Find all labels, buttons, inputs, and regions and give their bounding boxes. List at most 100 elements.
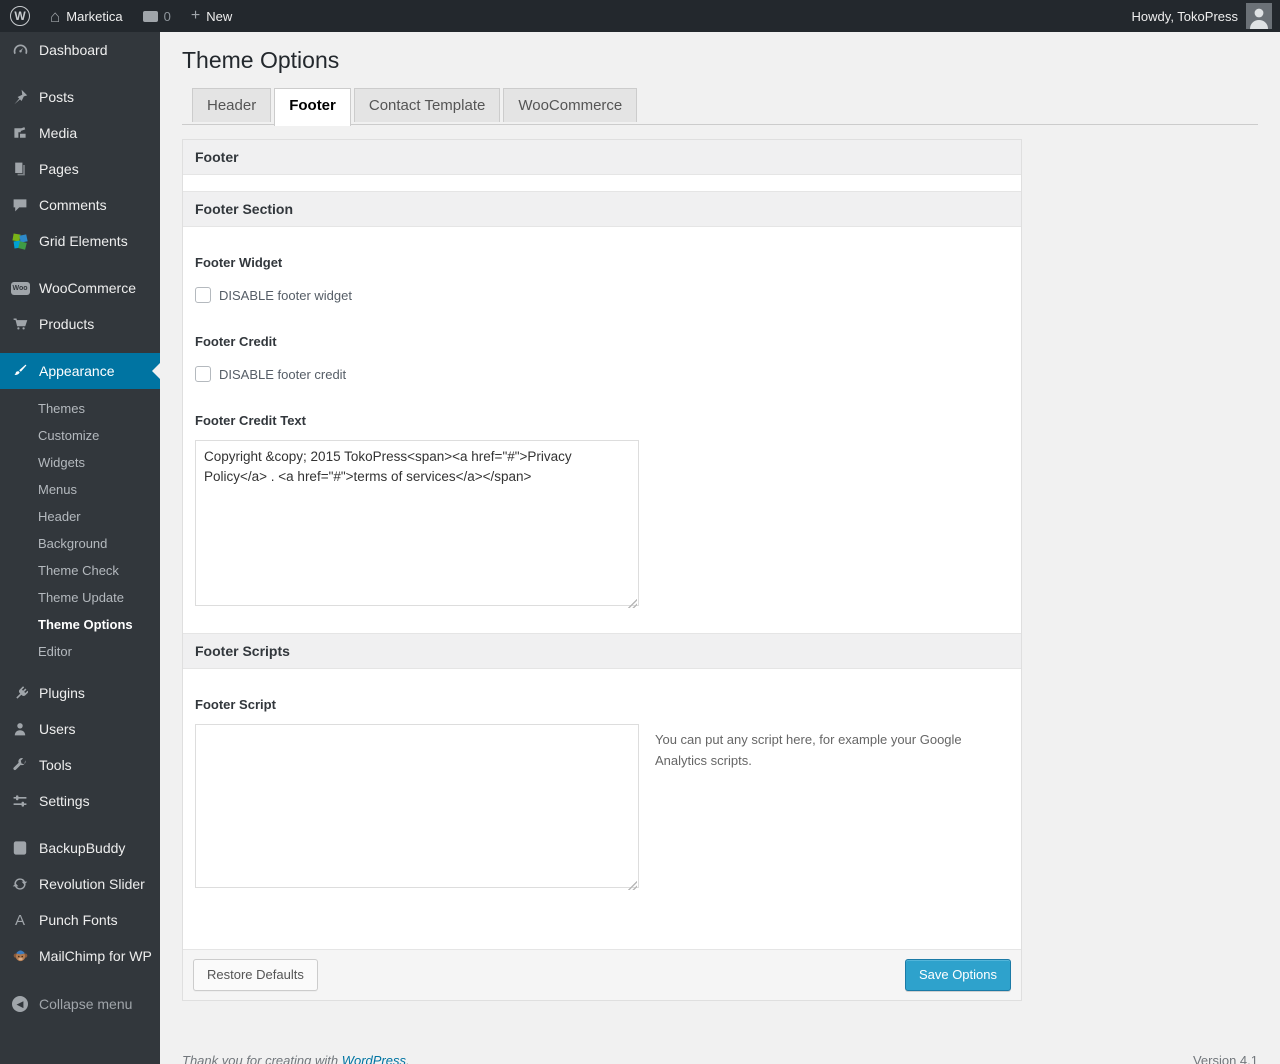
howdy-account-link[interactable]: Howdy, TokoPress xyxy=(1132,9,1238,24)
sidebar-item-backupbuddy[interactable]: BackupBuddy xyxy=(0,830,160,866)
admin-footer: Thank you for creating with WordPress. V… xyxy=(182,1053,1258,1064)
restore-defaults-button[interactable]: Restore Defaults xyxy=(193,959,318,992)
woocommerce-icon: Woo xyxy=(10,278,30,298)
grid-elements-icon xyxy=(10,231,30,251)
sidebar-item-label: Punch Fonts xyxy=(39,912,118,928)
appearance-submenu: Themes Customize Widgets Menus Header Ba… xyxy=(0,389,160,675)
sidebar-item-comments[interactable]: Comments xyxy=(0,187,160,223)
new-label: New xyxy=(206,8,233,24)
settings-sliders-icon xyxy=(10,791,30,811)
site-name-link[interactable]: ⌂ Marketica xyxy=(40,0,133,32)
version-text: Version 4.1 xyxy=(1192,1053,1258,1064)
disable-footer-credit-label: DISABLE footer credit xyxy=(219,366,347,382)
footer-script-help-text: You can put any script here, for example… xyxy=(655,732,962,768)
appearance-brush-icon xyxy=(10,361,30,381)
wrench-icon xyxy=(10,755,30,775)
submenu-background[interactable]: Background xyxy=(0,530,160,557)
tab-contact-template[interactable]: Contact Template xyxy=(353,88,501,122)
sidebar-item-mailchimp[interactable]: MailChimp for WP xyxy=(0,938,160,974)
sidebar-item-posts[interactable]: Posts xyxy=(0,79,160,115)
tab-woocommerce[interactable]: WooCommerce xyxy=(503,88,638,122)
letter-a-icon: A xyxy=(14,911,25,929)
sidebar-item-dashboard[interactable]: Dashboard xyxy=(0,32,160,68)
home-icon: ⌂ xyxy=(50,6,61,26)
submenu-theme-update[interactable]: Theme Update xyxy=(0,584,160,611)
disable-footer-widget-label: DISABLE footer widget xyxy=(219,287,352,303)
sidebar-item-label: Plugins xyxy=(39,685,85,701)
footer-widget-label: Footer Widget xyxy=(195,255,283,270)
pushpin-icon xyxy=(10,87,30,107)
submenu-themes[interactable]: Themes xyxy=(0,395,160,422)
tab-bar: Header Footer Contact Template WooCommerce xyxy=(182,88,1258,126)
sidebar-item-label: MailChimp for WP xyxy=(39,948,152,964)
comment-bubble-icon xyxy=(142,10,158,22)
sidebar-item-appearance[interactable]: Appearance xyxy=(0,353,160,389)
footer-credit-text-textarea[interactable]: Copyright &copy; 2015 TokoPress<span><a … xyxy=(195,440,639,606)
sidebar-item-media[interactable]: Media xyxy=(0,115,160,151)
submenu-menus[interactable]: Menus xyxy=(0,476,160,503)
sidebar-item-label: Revolution Slider xyxy=(39,876,145,892)
thanks-prefix: Thank you for creating with xyxy=(182,1053,342,1064)
submenu-theme-options[interactable]: Theme Options xyxy=(0,611,160,638)
sidebar-item-label: WooCommerce xyxy=(39,280,136,296)
footer-widget-checkbox-row: DISABLE footer widget xyxy=(195,287,1009,303)
pages-icon xyxy=(10,159,30,179)
footer-script-label: Footer Script xyxy=(195,697,276,712)
media-icon xyxy=(10,123,30,143)
thanks-suffix: . xyxy=(406,1053,410,1064)
sidebar-item-label: Posts xyxy=(39,89,75,105)
theme-options-panel: Footer Footer Section Footer Widget DISA… xyxy=(182,139,1022,1002)
person-icon xyxy=(1250,8,1268,29)
admin-sidebar: Dashboard Posts Media Pages Comments Gri… xyxy=(0,32,160,1064)
tab-header[interactable]: Header xyxy=(192,88,272,122)
collapse-menu-button[interactable]: ◀ Collapse menu xyxy=(0,986,160,1022)
sidebar-item-label: Dashboard xyxy=(39,42,108,58)
wordpress-link[interactable]: WordPress xyxy=(342,1053,406,1064)
site-name: Marketica xyxy=(66,8,123,24)
sidebar-item-label: BackupBuddy xyxy=(39,840,126,856)
footer-script-textarea[interactable] xyxy=(195,724,639,888)
sidebar-item-label: Media xyxy=(39,125,78,141)
refresh-cycle-icon xyxy=(10,874,30,894)
new-content-menu[interactable]: + New xyxy=(181,0,242,32)
footer-credit-label: Footer Credit xyxy=(195,334,277,349)
tab-footer[interactable]: Footer xyxy=(274,88,351,126)
footer-credit-text-label: Footer Credit Text xyxy=(195,413,306,428)
collapse-arrow-icon: ◀ xyxy=(10,994,30,1014)
sidebar-item-products[interactable]: Products xyxy=(0,306,160,342)
sidebar-item-tools[interactable]: Tools xyxy=(0,747,160,783)
wordpress-logo-menu[interactable]: W xyxy=(0,0,40,32)
submenu-widgets[interactable]: Widgets xyxy=(0,449,160,476)
sidebar-item-punch-fonts[interactable]: A Punch Fonts xyxy=(0,902,160,938)
panel-action-bar: Restore Defaults Save Options xyxy=(183,949,1021,1001)
save-options-button[interactable]: Save Options xyxy=(904,959,1011,992)
disable-footer-widget-checkbox[interactable] xyxy=(195,287,211,303)
submenu-customize[interactable]: Customize xyxy=(0,422,160,449)
sidebar-item-label: Pages xyxy=(39,161,79,177)
comment-count: 0 xyxy=(163,8,171,24)
sidebar-item-label: Users xyxy=(39,721,76,737)
user-avatar[interactable] xyxy=(1246,3,1272,29)
collapse-menu-label: Collapse menu xyxy=(39,996,133,1012)
cart-icon xyxy=(10,314,30,334)
sidebar-item-label: Products xyxy=(39,316,95,332)
submenu-editor[interactable]: Editor xyxy=(0,638,160,665)
sidebar-item-revolution-slider[interactable]: Revolution Slider xyxy=(0,866,160,902)
plugin-icon xyxy=(10,683,30,703)
submenu-theme-check[interactable]: Theme Check xyxy=(0,557,160,584)
sidebar-item-grid-elements[interactable]: Grid Elements xyxy=(0,223,160,259)
footer-credit-checkbox-row: DISABLE footer credit xyxy=(195,366,1009,382)
sidebar-item-label: Settings xyxy=(39,793,90,809)
sidebar-item-woocommerce[interactable]: Woo WooCommerce xyxy=(0,270,160,306)
mailchimp-monkey-icon xyxy=(10,946,30,966)
disable-footer-credit-checkbox[interactable] xyxy=(195,366,211,382)
sidebar-item-plugins[interactable]: Plugins xyxy=(0,675,160,711)
sidebar-item-users[interactable]: Users xyxy=(0,711,160,747)
admin-bar: W ⌂ Marketica 0 + New Howdy, TokoPress xyxy=(0,0,1280,32)
submenu-header[interactable]: Header xyxy=(0,503,160,530)
sidebar-item-pages[interactable]: Pages xyxy=(0,151,160,187)
sidebar-item-settings[interactable]: Settings xyxy=(0,783,160,819)
sidebar-item-label: Comments xyxy=(39,197,107,213)
backupbuddy-icon xyxy=(10,838,30,858)
comments-shortcut[interactable]: 0 xyxy=(133,0,181,32)
